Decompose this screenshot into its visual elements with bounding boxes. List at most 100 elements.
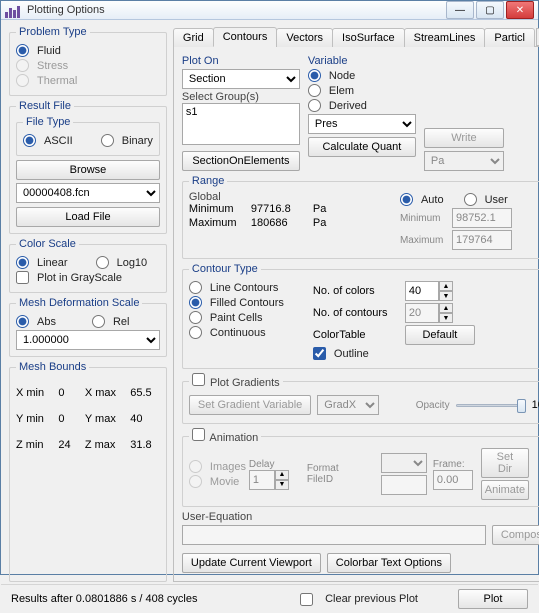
ncolors-input[interactable] [405,281,439,301]
ct-filled-label: Filled Contours [210,297,284,309]
section-on-elements-button[interactable]: SectionOnElements [182,151,300,171]
ymin-label: Y min [16,413,52,425]
file-select[interactable]: 00000408.fcn [16,183,160,203]
quant-select[interactable]: Pres [308,114,416,134]
file-type-group: File Type ASCII Binary [16,116,160,156]
colorbar-text-button[interactable]: Colorbar Text Options [327,553,451,573]
tab-particles[interactable]: Particl [484,28,535,47]
gradients-group: Plot Gradients Set Gradient Variable Gra… [182,373,539,424]
maximize-button[interactable]: ▢ [476,1,504,19]
ascii-radio[interactable] [23,134,36,147]
outline-check[interactable] [313,347,326,360]
minimize-button[interactable]: ― [446,1,474,19]
down-icon[interactable]: ▼ [439,291,453,301]
umax-input[interactable] [452,230,512,250]
set-grad-var-button[interactable]: Set Gradient Variable [189,395,311,415]
linear-radio[interactable] [16,256,29,269]
load-file-button[interactable]: Load File [16,207,160,227]
frame-input[interactable] [433,470,473,490]
compose-button[interactable]: Compose [492,525,539,545]
range-group: Range Global Minimum97716.8Pa Maximum180… [182,175,539,259]
ncontours-input[interactable] [405,303,439,323]
tab-contours[interactable]: Contours [213,27,278,47]
plot-button[interactable]: Plot [458,589,528,609]
ct-paint-radio[interactable] [189,311,202,324]
linear-label: Linear [37,257,68,269]
tab-vectors[interactable]: Vectors [276,28,333,47]
usereq-label: User-Equation [182,511,539,523]
stress-radio [16,59,29,72]
mesh-def-value[interactable]: 1.000000 [16,330,160,350]
gradients-legend: Plot Gradients [210,377,280,389]
opacity-slider[interactable] [456,398,526,412]
ncontours-spin[interactable]: ▲▼ [405,303,453,323]
min-val: 97716.8 [251,203,307,215]
zmin-label: Z min [16,439,52,451]
fileid-label: FileID [307,474,377,485]
grad-comp-select[interactable]: GradX [317,395,379,415]
thermal-radio [16,74,29,87]
update-viewport-button[interactable]: Update Current Viewport [182,553,321,573]
units-select[interactable]: Pa [424,151,504,171]
ct-cont-label: Continuous [210,327,266,339]
write-button[interactable]: Write [424,128,504,148]
mesh-bounds-group: Mesh Bounds X min0X max65.5 Y min0Y max4… [9,361,167,582]
range-user-radio[interactable] [464,193,477,206]
ct-paint-label: Paint Cells [210,312,263,324]
delay-input[interactable] [249,470,275,490]
animation-check[interactable] [192,428,205,441]
file-type-legend: File Type [23,116,73,128]
animate-button[interactable]: Animate [481,480,529,500]
binary-radio[interactable] [101,134,114,147]
var-node-label: Node [329,70,355,82]
grayscale-check[interactable] [16,271,29,284]
ncontours-label: No. of contours [313,307,399,319]
usereq-input[interactable] [182,525,486,545]
fluid-radio[interactable] [16,44,29,57]
clear-plot-check[interactable] [300,593,313,606]
default-button[interactable]: Default [405,325,475,345]
xmin-label: X min [16,387,52,399]
problem-type-group: Problem Type Fluid Stress Thermal [9,26,167,96]
thermal-label: Thermal [37,75,77,87]
ploton-select[interactable]: Section [182,69,300,89]
var-derived-radio[interactable] [308,99,321,112]
close-button[interactable]: ✕ [506,1,534,19]
up-icon[interactable]: ▲ [275,470,289,480]
opacity-label: Opacity [416,400,450,411]
binary-label: Binary [122,135,153,147]
var-derived-label: Derived [329,100,367,112]
log10-radio[interactable] [96,256,109,269]
range-auto-radio[interactable] [400,193,413,206]
abs-radio[interactable] [16,315,29,328]
anim-movie-label: Movie [210,476,239,488]
down-icon[interactable]: ▼ [439,313,453,323]
calc-quant-button[interactable]: Calculate Quant [308,137,416,157]
umin-input[interactable] [452,208,512,228]
browse-button[interactable]: Browse [16,160,160,180]
rel-radio[interactable] [92,315,105,328]
format-select[interactable] [381,453,427,473]
ncolors-spin[interactable]: ▲▼ [405,281,453,301]
zmax-val: 31.8 [130,439,160,451]
setdir-button[interactable]: Set Dir [481,448,529,478]
var-node-radio[interactable] [308,69,321,82]
ct-filled-radio[interactable] [189,296,202,309]
fileid-input[interactable] [381,475,427,495]
tab-streamlines[interactable]: StreamLines [404,28,486,47]
var-elem-radio[interactable] [308,84,321,97]
ct-line-label: Line Contours [210,282,279,294]
tab-grid[interactable]: Grid [173,28,214,47]
mesh-def-group: Mesh Deformation Scale Abs Rel 1.000000 [9,297,167,357]
gradients-check[interactable] [192,373,205,386]
tab-isosurface[interactable]: IsoSurface [332,28,405,47]
up-icon[interactable]: ▲ [439,281,453,291]
up-icon[interactable]: ▲ [439,303,453,313]
variable-label: Variable [308,55,416,67]
ct-line-radio[interactable] [189,281,202,294]
ct-cont-radio[interactable] [189,326,202,339]
down-icon[interactable]: ▼ [275,480,289,490]
delay-spin[interactable]: ▲▼ [249,470,289,490]
select-groups-input[interactable] [182,103,300,145]
xmax-val: 65.5 [130,387,160,399]
